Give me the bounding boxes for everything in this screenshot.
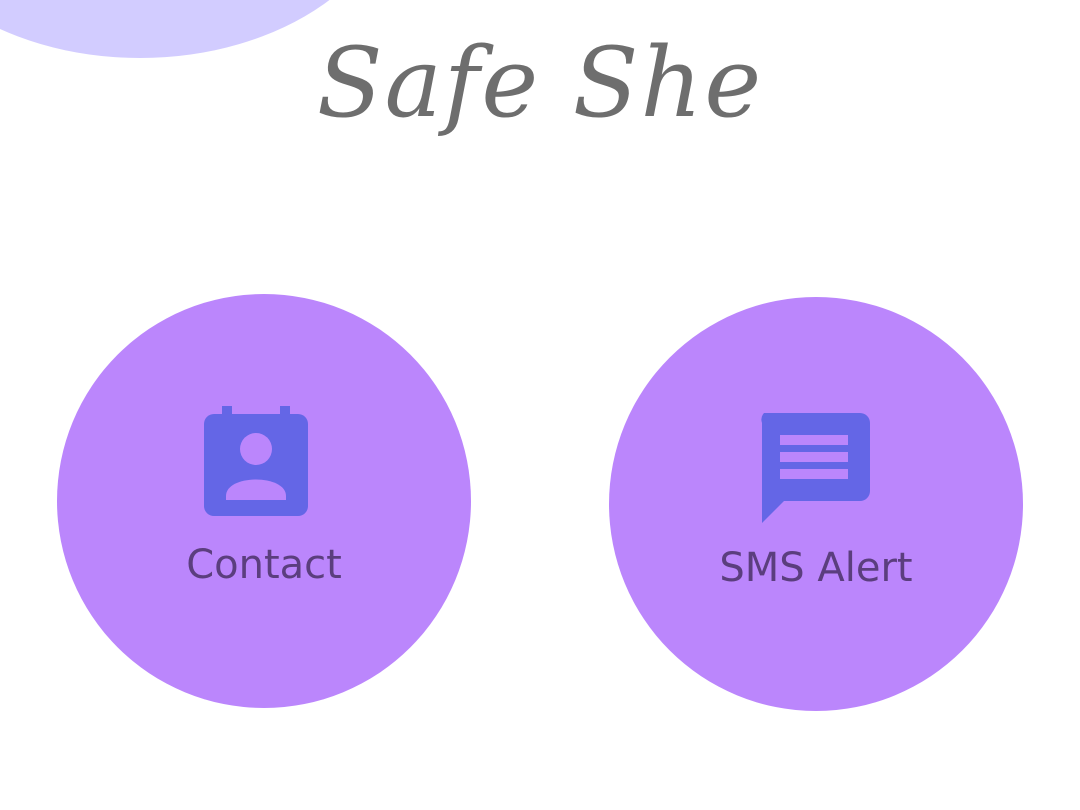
- contact-card-icon: [204, 406, 308, 516]
- contact-button[interactable]: Contact: [57, 294, 471, 708]
- message-icon: [761, 413, 870, 523]
- app-title: Safe She: [316, 27, 764, 139]
- sms-alert-button[interactable]: SMS Alert: [609, 297, 1023, 711]
- home-screen: Safe She Contact SMS Alert: [0, 0, 1080, 810]
- contact-label: Contact: [186, 542, 342, 588]
- sms-alert-label: SMS Alert: [719, 545, 913, 591]
